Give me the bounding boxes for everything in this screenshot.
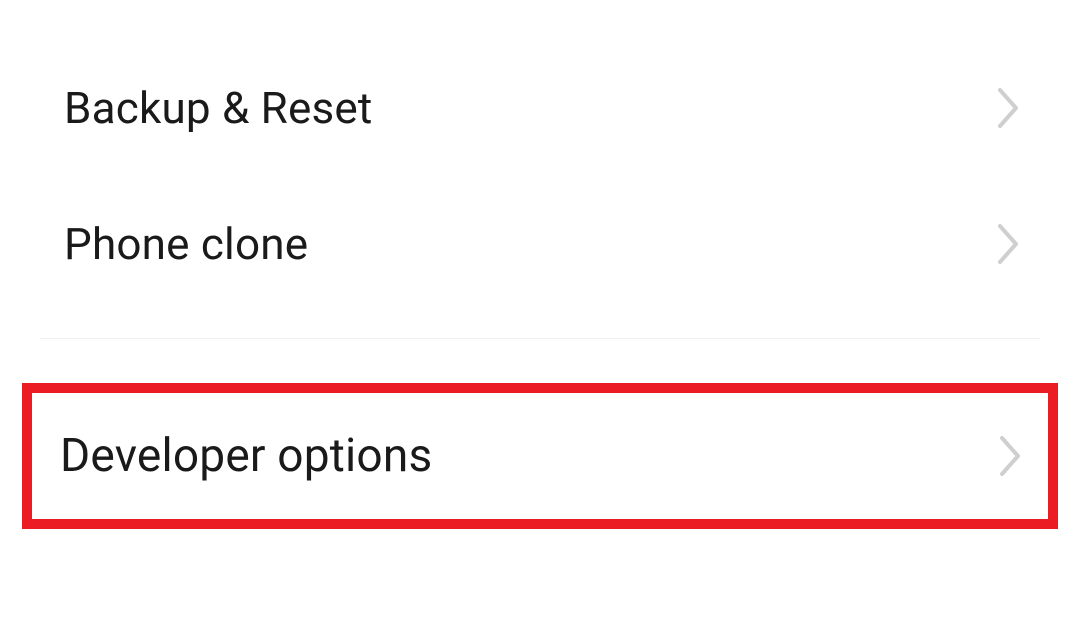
settings-item-developer-options[interactable]: Developer options: [32, 393, 1048, 519]
chevron-right-icon: [996, 222, 1022, 266]
chevron-right-icon: [996, 86, 1022, 130]
settings-item-label: Developer options: [60, 429, 432, 483]
settings-list: Backup & Reset Phone clone Developer opt…: [0, 0, 1080, 529]
settings-item-label: Phone clone: [64, 218, 308, 270]
section-divider: [40, 338, 1040, 339]
settings-item-label: Backup & Reset: [64, 82, 373, 134]
settings-item-phone-clone[interactable]: Phone clone: [0, 176, 1080, 312]
settings-item-backup-reset[interactable]: Backup & Reset: [0, 40, 1080, 176]
highlight-annotation: Developer options: [22, 383, 1058, 529]
chevron-right-icon: [998, 434, 1024, 478]
